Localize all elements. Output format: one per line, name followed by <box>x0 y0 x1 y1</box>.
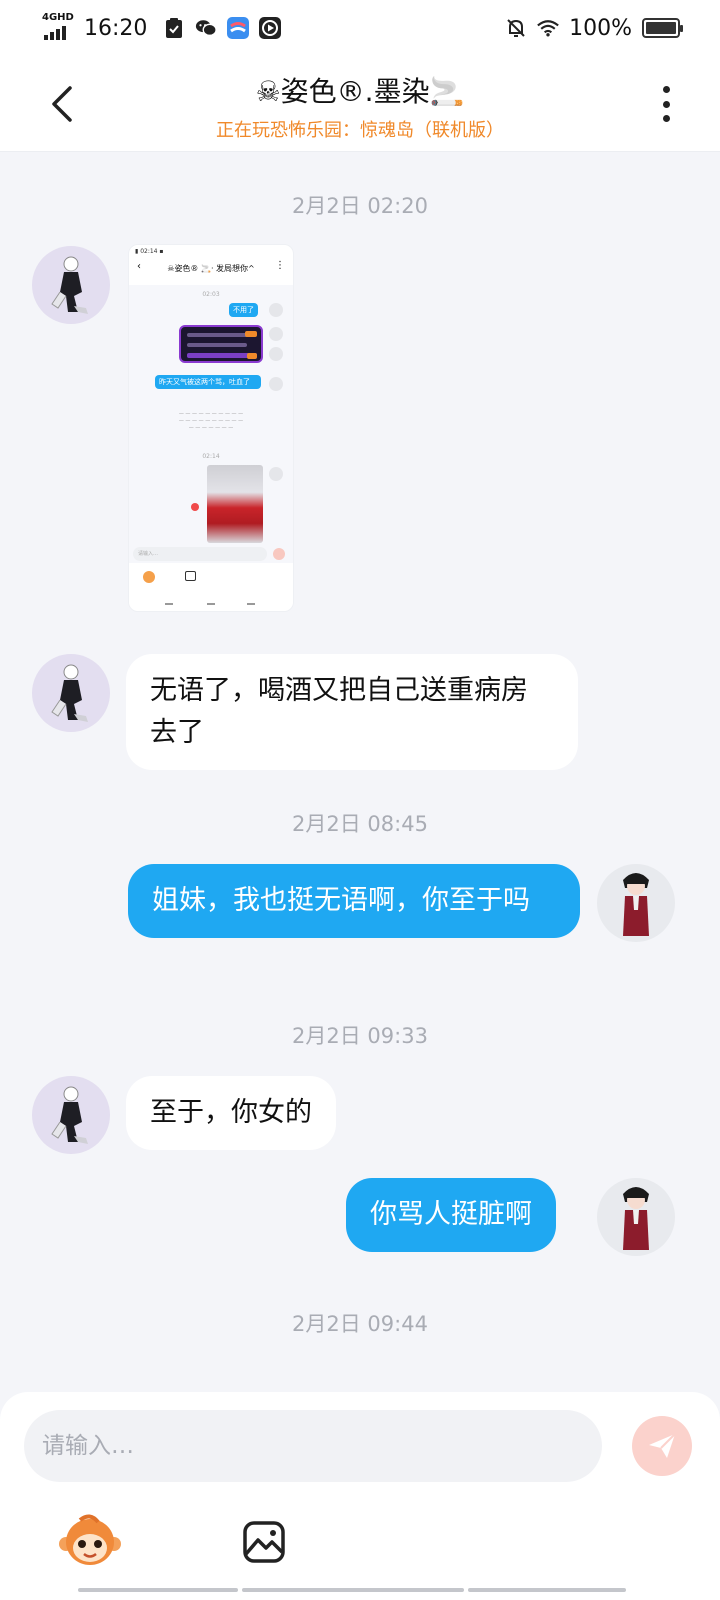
mini-avatar <box>269 377 283 391</box>
wifi-icon <box>537 17 559 39</box>
battery-percent: 100% <box>569 15 632 41</box>
mini-bubble: 昨天又气被这两个骂，吐血了 <box>155 375 261 389</box>
battery-icon <box>642 18 683 38</box>
peer-avatar-image-icon <box>51 1086 88 1144</box>
bell-muted-icon <box>505 17 527 39</box>
nav-bar-segment <box>78 1588 238 1592</box>
more-dot-icon <box>662 100 670 108</box>
message-bubble-incoming[interactable]: 无语了，喝酒又把自己送重病房去了 <box>126 654 578 770</box>
mini-status-bar: ▮ 02:14 ▪ <box>129 245 293 257</box>
peer-avatar[interactable] <box>32 1076 110 1154</box>
my-avatar[interactable] <box>597 864 675 942</box>
mini-avatar <box>269 327 283 341</box>
my-avatar-image-icon <box>623 873 649 936</box>
mini-avatar <box>269 303 283 317</box>
peer-avatar-image-icon <box>51 256 88 314</box>
my-avatar[interactable] <box>597 1178 675 1256</box>
emoji-button[interactable] <box>58 1510 122 1574</box>
playing-status[interactable]: 正在玩恐怖乐园：惊魂岛（联机版） <box>120 116 600 142</box>
message-timestamp: 2月2日 08:45 <box>292 812 428 836</box>
mini-avatar <box>269 467 283 481</box>
nav-bar-segment <box>242 1588 464 1592</box>
status-bar: 4GHD 16:20 100% <box>0 0 720 56</box>
mini-bubble: 不用了 <box>229 303 258 317</box>
mini-photo <box>207 465 263 543</box>
peer-avatar-image-icon <box>51 664 88 722</box>
mini-timestamp: 02:14 <box>202 453 220 460</box>
mini-send-icon <box>273 548 285 560</box>
peer-avatar[interactable] <box>32 246 110 324</box>
play-app-icon <box>259 17 282 39</box>
message-timestamp: 2月2日 02:20 <box>292 194 428 218</box>
back-button[interactable] <box>42 82 82 126</box>
wechat-icon <box>195 17 218 39</box>
image-icon <box>243 1521 285 1563</box>
mini-system-note: — — — — — — — — — — — — — — — — — — — — — … <box>178 411 244 431</box>
message-list[interactable]: 2月2日 02:20 ▮ 02:14 ▪ ‹ ☠姿色® 🚬· 发局想你^ ⋮ 0… <box>0 152 720 1392</box>
mini-header: ‹ ☠姿色® 🚬· 发局想你^ ⋮ <box>129 257 293 279</box>
cellular-signal-icon: 4GHD <box>40 12 74 42</box>
message-bubble-outgoing[interactable]: 你骂人挺脏啊 <box>346 1178 556 1252</box>
message-timestamp: 2月2日 09:44 <box>292 1312 428 1336</box>
mini-error-icon <box>191 503 199 511</box>
monkey-emoji-icon <box>59 1514 121 1565</box>
image-message[interactable]: ▮ 02:14 ▪ ‹ ☠姿色® 🚬· 发局想你^ ⋮ 02:03 不用了 昨天… <box>128 244 294 612</box>
mini-game-card <box>179 325 263 363</box>
nav-bar-segment <box>468 1588 626 1592</box>
mini-toolbar <box>129 563 293 611</box>
image-button[interactable] <box>232 1510 296 1574</box>
composer <box>0 1392 720 1600</box>
message-input[interactable] <box>24 1410 602 1482</box>
status-time: 16:20 <box>84 15 148 41</box>
chat-header: ☠姿色®.墨染🚬 正在玩恐怖乐园：惊魂岛（联机版） <box>0 56 720 152</box>
message-bubble-incoming[interactable]: 至于，你女的 <box>126 1076 336 1150</box>
send-icon <box>649 1433 676 1458</box>
peer-avatar[interactable] <box>32 654 110 732</box>
send-button[interactable] <box>632 1416 692 1476</box>
clipboard-check-icon <box>163 17 185 39</box>
network-type: 4GHD <box>42 12 74 23</box>
chevron-left-icon <box>52 86 72 122</box>
my-avatar-image-icon <box>623 1187 649 1250</box>
message-timestamp: 2月2日 09:33 <box>292 1024 428 1048</box>
message-bubble-outgoing[interactable]: 姐妹，我也挺无语啊，你至于吗 <box>128 864 580 938</box>
mini-timestamp: 02:03 <box>202 291 220 298</box>
more-dot-icon <box>662 115 670 122</box>
more-dot-icon <box>662 86 670 93</box>
more-options-button[interactable] <box>654 80 678 128</box>
mini-input: 请输入… <box>133 547 267 561</box>
chat-title: ☠姿色®.墨染🚬 <box>255 75 465 108</box>
app-notification-icon <box>227 17 250 39</box>
mini-avatar <box>269 347 283 361</box>
